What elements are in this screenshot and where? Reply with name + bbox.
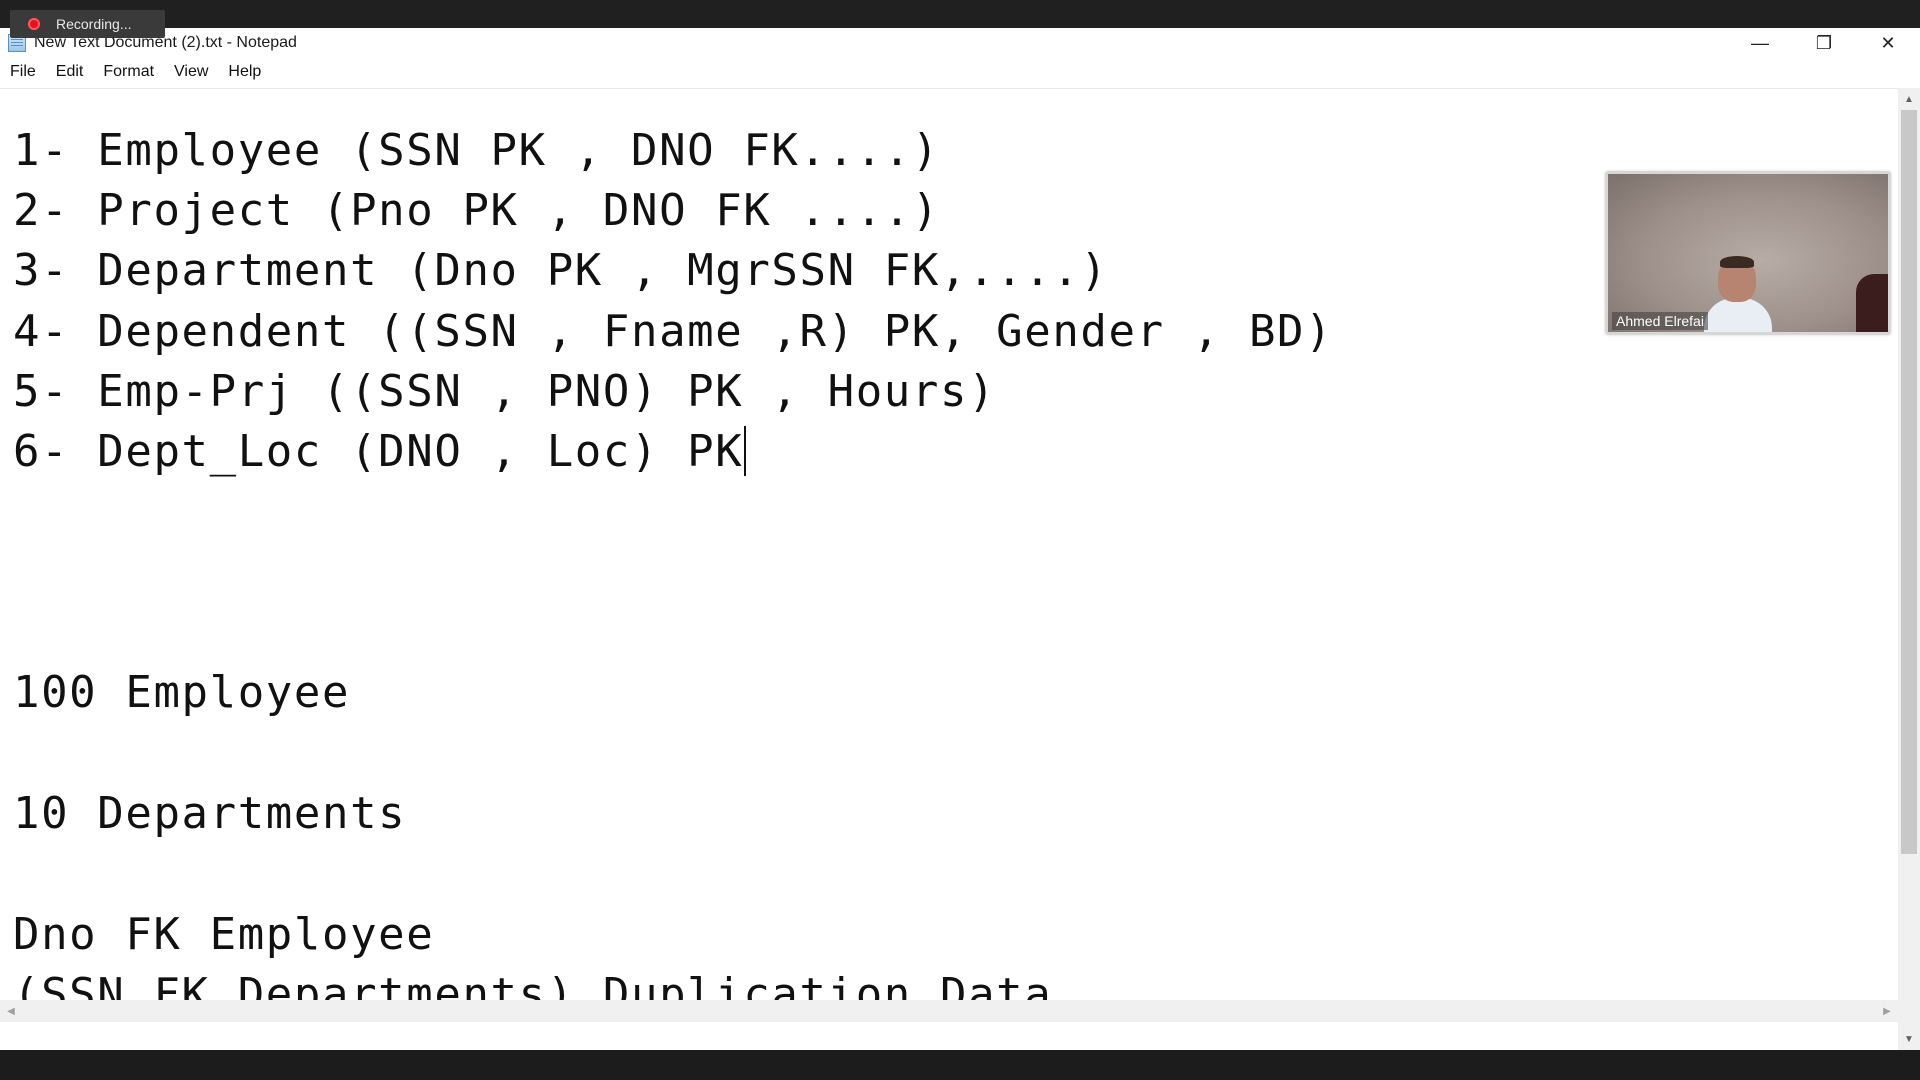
- menu-file[interactable]: File: [0, 63, 46, 81]
- menu-bar: File Edit Format View Help: [0, 60, 1920, 84]
- vertical-scrollbar[interactable]: ▲ ▼: [1898, 88, 1920, 1050]
- close-button[interactable]: ✕: [1856, 28, 1920, 58]
- top-strip: [0, 0, 1920, 28]
- restore-icon: ❐: [1815, 32, 1833, 53]
- recording-label: Recording...: [56, 16, 132, 32]
- webcam-person-shirt: [1704, 298, 1772, 332]
- window-controls: — ❐ ✕: [1728, 28, 1920, 58]
- webcam-background-chair: [1856, 274, 1888, 332]
- menu-format[interactable]: Format: [93, 63, 164, 81]
- participant-name-tag: Ahmed Elrefai: [1612, 312, 1708, 330]
- menu-view[interactable]: View: [164, 63, 218, 81]
- document-line: 10 Departments: [13, 788, 407, 839]
- vertical-scroll-thumb[interactable]: [1901, 110, 1917, 854]
- recording-indicator[interactable]: Recording...: [10, 10, 165, 38]
- text-caret: [744, 426, 747, 476]
- document-line: 100 Employee: [13, 667, 351, 718]
- webcam-person-hair: [1720, 256, 1754, 268]
- menu-edit[interactable]: Edit: [46, 63, 94, 81]
- title-bar[interactable]: New Text Document (2).txt - Notepad — ❐ …: [0, 28, 1920, 58]
- scroll-down-icon[interactable]: ▼: [1898, 1028, 1920, 1050]
- scroll-right-icon[interactable]: ▶: [1876, 1000, 1898, 1022]
- bottom-strip: [0, 1050, 1920, 1080]
- document-line: 3- Department (Dno PK , MgrSSN FK,....): [13, 245, 1109, 296]
- document-line: 4- Dependent ((SSN , Fname ,R) PK, Gende…: [13, 306, 1334, 357]
- scroll-left-icon[interactable]: ◀: [0, 1000, 22, 1022]
- document-line-text: 6- Dept_Loc (DNO , Loc) PK: [13, 426, 744, 477]
- restore-button[interactable]: ❐: [1792, 28, 1856, 58]
- record-dot-icon: [28, 18, 40, 30]
- webcam-video-overlay[interactable]: Ahmed Elrefai: [1606, 172, 1890, 334]
- document-line: 2- Project (Pno PK , DNO FK ....): [13, 185, 940, 236]
- document-line: Dno FK Employee: [13, 909, 435, 960]
- horizontal-scrollbar[interactable]: ◀ ▶: [0, 1000, 1898, 1022]
- menu-help[interactable]: Help: [218, 63, 271, 81]
- document-line-with-caret: 6- Dept_Loc (DNO , Loc) PK: [13, 426, 747, 478]
- minimize-icon: —: [1751, 32, 1769, 53]
- scroll-up-icon[interactable]: ▲: [1898, 88, 1920, 110]
- close-icon: ✕: [1880, 32, 1896, 53]
- document-line: 5- Emp-Prj ((SSN , PNO) PK , Hours): [13, 366, 997, 417]
- minimize-button[interactable]: —: [1728, 28, 1792, 58]
- screen: Recording... New Text Document (2).txt -…: [0, 0, 1920, 1080]
- document-line: 1- Employee (SSN PK , DNO FK....): [13, 125, 940, 176]
